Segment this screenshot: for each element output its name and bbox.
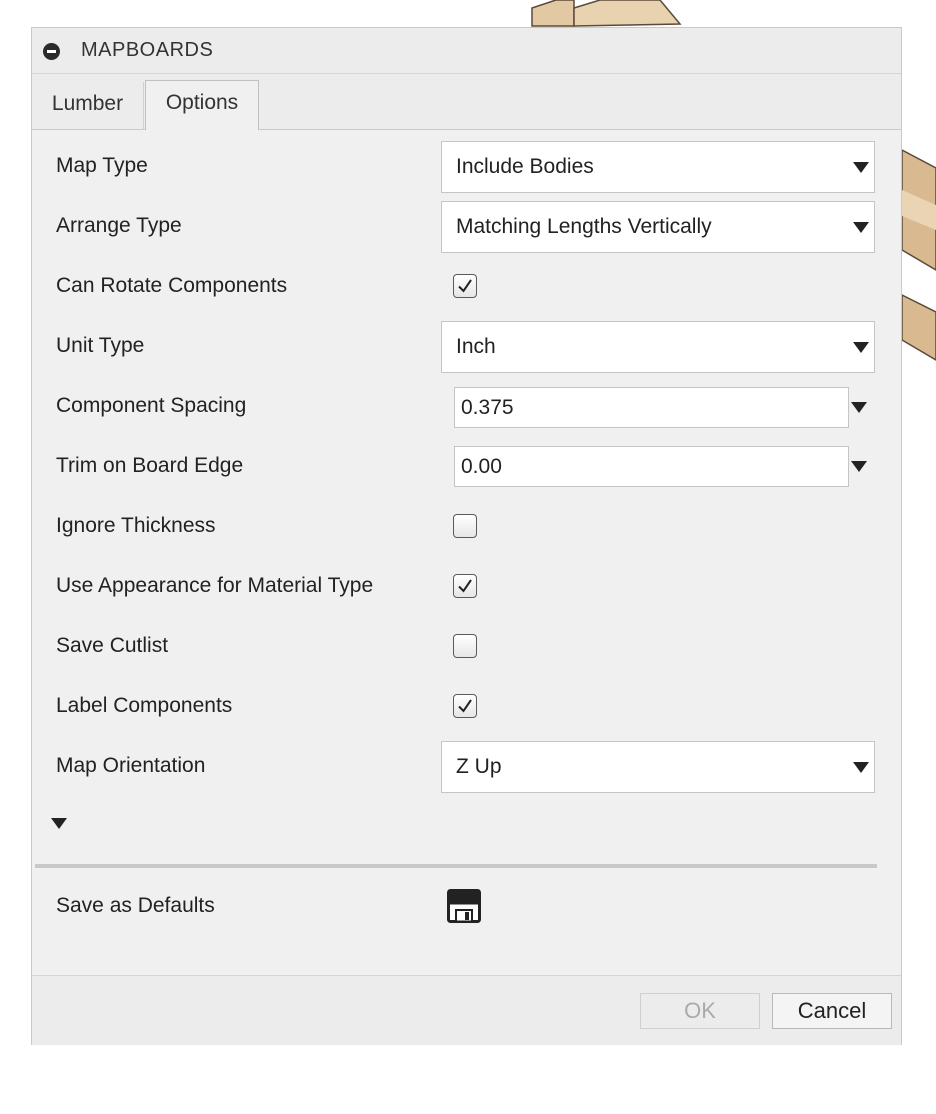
cancel-button[interactable]: Cancel	[772, 993, 892, 1029]
save-cutlist-label: Save Cutlist	[56, 634, 169, 657]
unit-type-dropdown[interactable]: Inch	[441, 321, 875, 373]
ignore-thickness-row: Ignore Thickness	[32, 496, 901, 556]
chevron-down-icon	[853, 342, 869, 353]
label-components-label: Label Components	[56, 694, 233, 717]
arrange-type-label: Arrange Type	[56, 214, 182, 237]
save-icon[interactable]	[447, 889, 481, 923]
dialog-titlebar: MAPBOARDS	[32, 28, 901, 74]
ignore-thickness-label: Ignore Thickness	[56, 514, 216, 537]
map-orientation-dropdown[interactable]: Z Up	[441, 741, 875, 793]
section-divider	[35, 864, 877, 868]
can-rotate-row: Can Rotate Components	[32, 256, 901, 316]
expand-section-icon[interactable]	[51, 818, 67, 829]
trim-edge-label: Trim on Board Edge	[56, 454, 244, 477]
tab-options[interactable]: Options	[145, 80, 259, 131]
chevron-down-icon[interactable]	[851, 461, 867, 472]
save-cutlist-row: Save Cutlist	[32, 616, 901, 676]
trim-edge-row: Trim on Board Edge 0.00	[32, 436, 901, 496]
map-orientation-label: Map Orientation	[56, 754, 206, 777]
mapboards-dialog: MAPBOARDS Lumber Options Map Type Includ…	[31, 27, 902, 1045]
use-appearance-checkbox[interactable]	[453, 574, 477, 598]
map-type-label: Map Type	[56, 154, 148, 177]
tab-lumber[interactable]: Lumber	[32, 82, 144, 130]
save-defaults-label: Save as Defaults	[56, 894, 215, 917]
ignore-thickness-checkbox[interactable]	[453, 514, 477, 538]
chevron-down-icon[interactable]	[851, 402, 867, 413]
map-orientation-row: Map Orientation Z Up	[32, 736, 901, 796]
can-rotate-label: Can Rotate Components	[56, 274, 288, 297]
tab-bar: Lumber Options	[32, 74, 901, 131]
checkmark-icon	[458, 699, 472, 713]
map-orientation-value: Z Up	[456, 755, 502, 778]
can-rotate-checkbox[interactable]	[453, 274, 477, 298]
checkmark-icon	[458, 579, 472, 593]
unit-type-label: Unit Type	[56, 334, 145, 357]
collapse-icon[interactable]	[43, 43, 60, 60]
dialog-footer: OK Cancel	[32, 975, 901, 1045]
chevron-down-icon	[853, 222, 869, 233]
checkmark-icon	[458, 279, 472, 293]
arrange-type-row: Arrange Type Matching Lengths Vertically	[32, 196, 901, 256]
chevron-down-icon	[853, 162, 869, 173]
unit-type-row: Unit Type Inch	[32, 316, 901, 376]
label-components-checkbox[interactable]	[453, 694, 477, 718]
use-appearance-row: Use Appearance for Material Type	[32, 556, 901, 616]
chevron-down-icon	[853, 762, 869, 773]
dialog-title: MAPBOARDS	[81, 39, 214, 61]
trim-edge-value: 0.00	[461, 454, 502, 478]
use-appearance-label: Use Appearance for Material Type	[56, 574, 374, 597]
options-panel: Map Type Include Bodies Arrange Type Mat…	[32, 130, 901, 975]
arrange-type-dropdown[interactable]: Matching Lengths Vertically	[441, 201, 875, 253]
unit-type-value: Inch	[456, 335, 496, 358]
component-spacing-value: 0.375	[461, 395, 514, 419]
component-spacing-label: Component Spacing	[56, 394, 247, 417]
component-spacing-input[interactable]: 0.375	[454, 387, 849, 428]
trim-edge-input[interactable]: 0.00	[454, 446, 849, 487]
map-type-value: Include Bodies	[456, 155, 594, 178]
component-spacing-row: Component Spacing 0.375	[32, 376, 901, 436]
map-type-row: Map Type Include Bodies	[32, 136, 901, 196]
arrange-type-value: Matching Lengths Vertically	[456, 215, 712, 238]
label-components-row: Label Components	[32, 676, 901, 736]
map-type-dropdown[interactable]: Include Bodies	[441, 141, 875, 193]
ok-button[interactable]: OK	[640, 993, 760, 1029]
save-cutlist-checkbox[interactable]	[453, 634, 477, 658]
save-defaults-row: Save as Defaults	[32, 876, 901, 936]
